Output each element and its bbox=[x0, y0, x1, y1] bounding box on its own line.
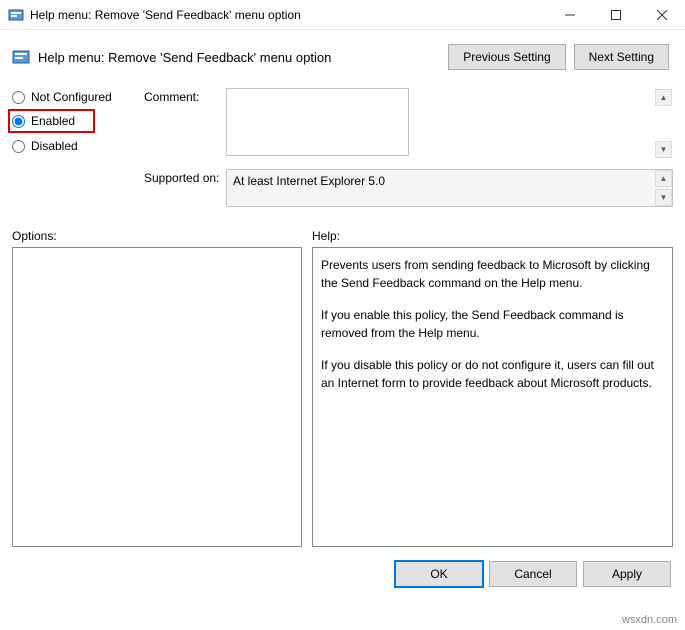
titlebar: Help menu: Remove 'Send Feedback' menu o… bbox=[0, 0, 685, 30]
options-label: Options: bbox=[12, 229, 312, 243]
scroll-down-icon[interactable]: ▼ bbox=[655, 189, 672, 206]
scroll-down-icon[interactable]: ▼ bbox=[655, 141, 672, 158]
help-text: If you disable this policy or do not con… bbox=[321, 356, 664, 392]
help-panel: Prevents users from sending feedback to … bbox=[312, 247, 673, 547]
radio-label: Disabled bbox=[31, 139, 78, 153]
policy-icon bbox=[12, 48, 30, 66]
close-button[interactable] bbox=[639, 0, 685, 30]
header: Help menu: Remove 'Send Feedback' menu o… bbox=[0, 30, 685, 78]
comment-input[interactable] bbox=[226, 88, 409, 156]
radio-not-configured[interactable]: Not Configured bbox=[12, 90, 132, 104]
radio-disabled[interactable]: Disabled bbox=[12, 139, 132, 153]
help-text: Prevents users from sending feedback to … bbox=[321, 256, 664, 292]
scroll-up-icon[interactable]: ▲ bbox=[655, 170, 672, 187]
maximize-button[interactable] bbox=[593, 0, 639, 30]
help-text: If you enable this policy, the Send Feed… bbox=[321, 306, 664, 342]
help-label: Help: bbox=[312, 229, 340, 243]
page-title: Help menu: Remove 'Send Feedback' menu o… bbox=[38, 50, 448, 65]
radio-label: Not Configured bbox=[31, 90, 112, 104]
cancel-button[interactable]: Cancel bbox=[489, 561, 577, 587]
radio-not-configured-input[interactable] bbox=[12, 91, 25, 104]
minimize-button[interactable] bbox=[547, 0, 593, 30]
comment-label: Comment: bbox=[144, 88, 226, 159]
radio-disabled-input[interactable] bbox=[12, 140, 25, 153]
apply-button[interactable]: Apply bbox=[583, 561, 671, 587]
supported-on-label: Supported on: bbox=[144, 169, 226, 207]
footer-buttons: OK Cancel Apply bbox=[0, 547, 685, 587]
previous-setting-button[interactable]: Previous Setting bbox=[448, 44, 565, 70]
options-panel bbox=[12, 247, 302, 547]
state-radios: Not Configured Enabled Disabled bbox=[12, 88, 132, 217]
window-title: Help menu: Remove 'Send Feedback' menu o… bbox=[30, 8, 547, 22]
ok-button[interactable]: OK bbox=[395, 561, 483, 587]
policy-icon bbox=[8, 7, 24, 23]
radio-enabled-input[interactable] bbox=[12, 115, 25, 128]
watermark: wsxdn.com bbox=[622, 614, 677, 626]
scroll-up-icon[interactable]: ▲ bbox=[655, 89, 672, 106]
supported-on-value: At least Internet Explorer 5.0 bbox=[226, 169, 673, 207]
next-setting-button[interactable]: Next Setting bbox=[574, 44, 669, 70]
radio-label: Enabled bbox=[31, 114, 75, 128]
radio-enabled[interactable]: Enabled bbox=[8, 109, 95, 133]
